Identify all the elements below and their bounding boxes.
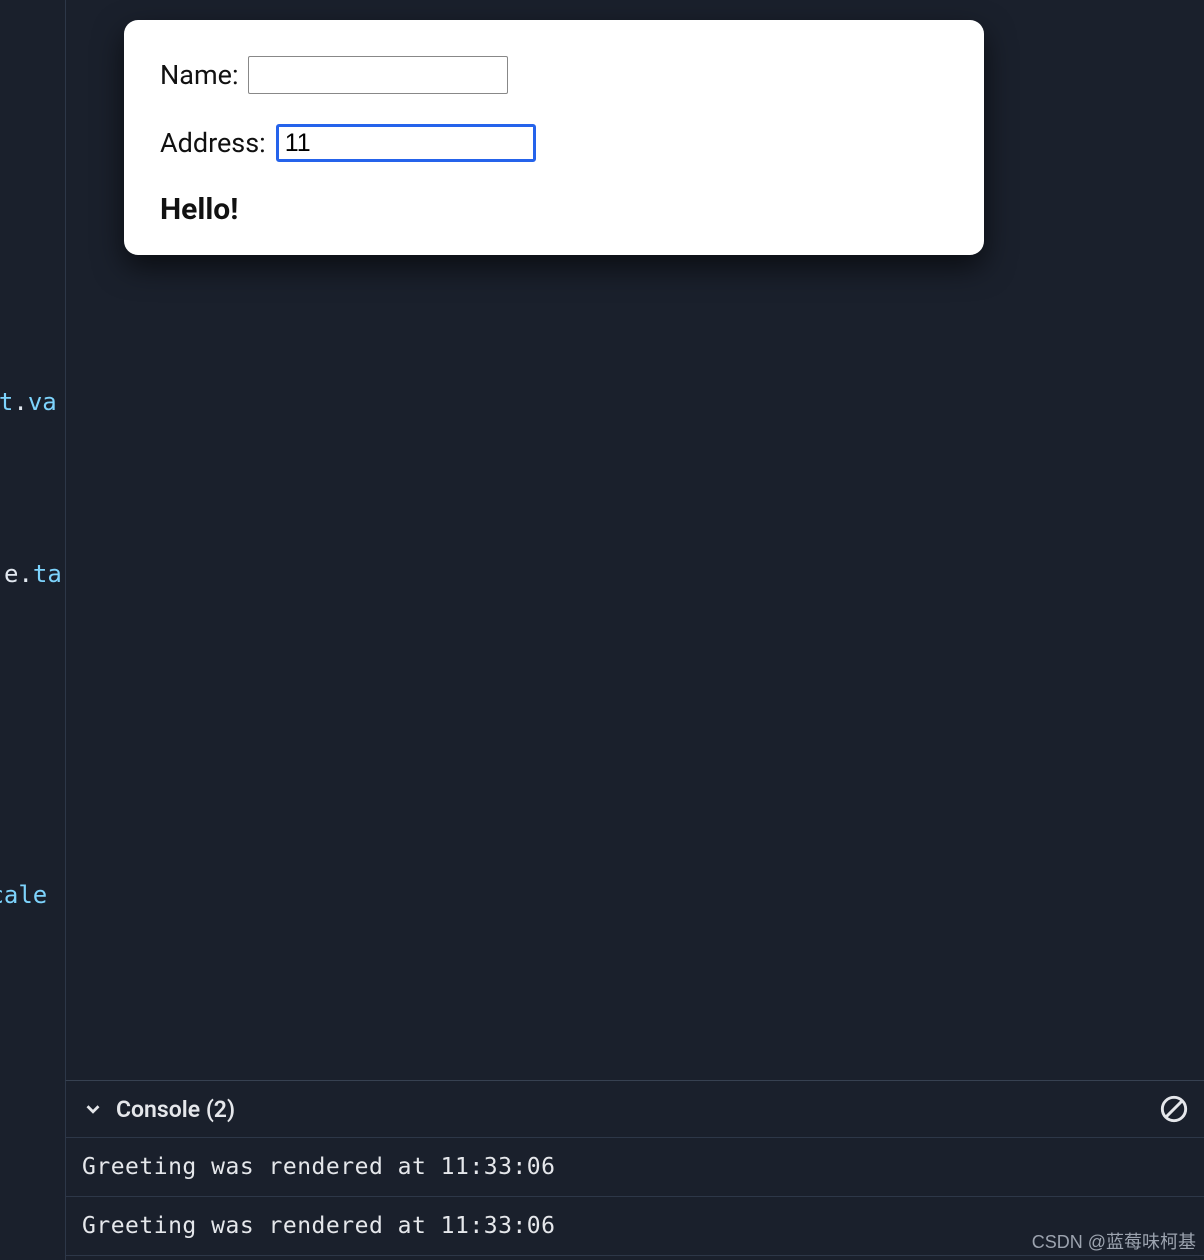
name-label: Name: — [160, 59, 238, 91]
form-card: Name: Address: Hello! — [124, 20, 984, 255]
code-fragment: get.va — [0, 388, 57, 416]
code-gutter: get.va e.ta ocale — [0, 0, 65, 920]
code-fragment: ocale — [0, 881, 47, 909]
address-label: Address: — [160, 127, 266, 159]
console-title-group: Console (2) — [82, 1096, 235, 1123]
console-header[interactable]: Console (2) — [66, 1081, 1204, 1138]
clear-console-icon[interactable] — [1160, 1095, 1188, 1123]
greeting-text: Hello! — [160, 192, 948, 227]
chevron-down-icon — [82, 1098, 104, 1120]
console-log-entry: Greeting was rendered at 11:33:06 — [66, 1138, 1204, 1197]
address-row: Address: — [160, 124, 948, 162]
preview-panel: Name: Address: Hello! — [65, 0, 1204, 1080]
watermark: CSDN @蓝莓味柯基 — [1032, 1228, 1196, 1254]
console-title: Console (2) — [116, 1096, 235, 1123]
name-input[interactable] — [248, 56, 508, 94]
name-row: Name: — [160, 56, 948, 94]
address-input[interactable] — [276, 124, 536, 162]
code-fragment: e.ta — [4, 560, 62, 588]
